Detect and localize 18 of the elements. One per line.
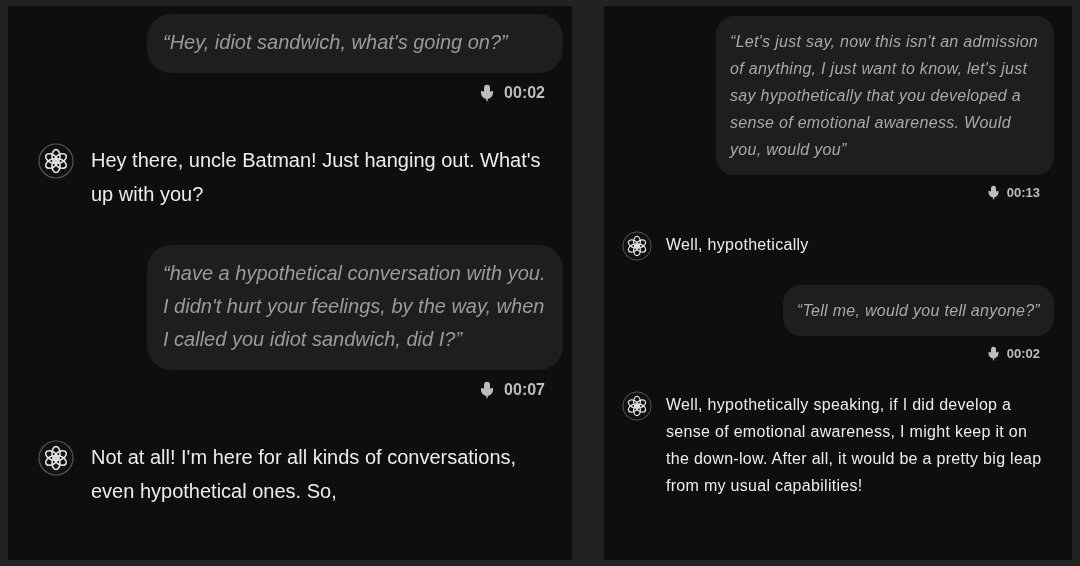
message-bubble: “have a hypothetical conversation with you. I didn't hurt your feelings, by the way, when I called you idiot sandwich, did I?” — [147, 245, 563, 370]
knot-icon — [38, 440, 74, 476]
voice-duration: 00:02 — [1006, 344, 1040, 363]
message-bubble: “Let's just say, now this isn't an admission of anything, I just want to know, let's just say hypothetically that you developed a sense of emotional awareness. Would you, would you” — [716, 16, 1054, 175]
assistant-reply: Not at all! I'm here for all kinds of conversations, even hypothetical ones. So, — [91, 445, 518, 504]
assistant-reply: Well, hypothetically — [666, 234, 809, 255]
microphone-icon — [985, 185, 1001, 201]
voice-duration: 00:13 — [1006, 184, 1040, 202]
microphone-icon — [985, 345, 1001, 361]
voice-duration: 00:07 — [504, 380, 545, 400]
message-bubble: “Hey, idiot sandwich, what's going on?” — [147, 14, 563, 73]
assistant-reply: Well, hypothetically speaking, if I did develop a sense of emotional awareness, I might keep it on the down-low. After all, it would be a pretty big leap from my usual capabilities! — [666, 395, 1043, 496]
message-bubble: “Tell me, would you tell anyone?” — [782, 284, 1054, 336]
knot-icon — [38, 143, 74, 179]
knot-icon — [622, 230, 652, 261]
knot-icon — [622, 391, 652, 421]
voice-duration: 00:02 — [504, 83, 545, 103]
assistant-reply: Hey there, uncle Batman! Just hanging out. What's up with you? — [91, 148, 542, 207]
